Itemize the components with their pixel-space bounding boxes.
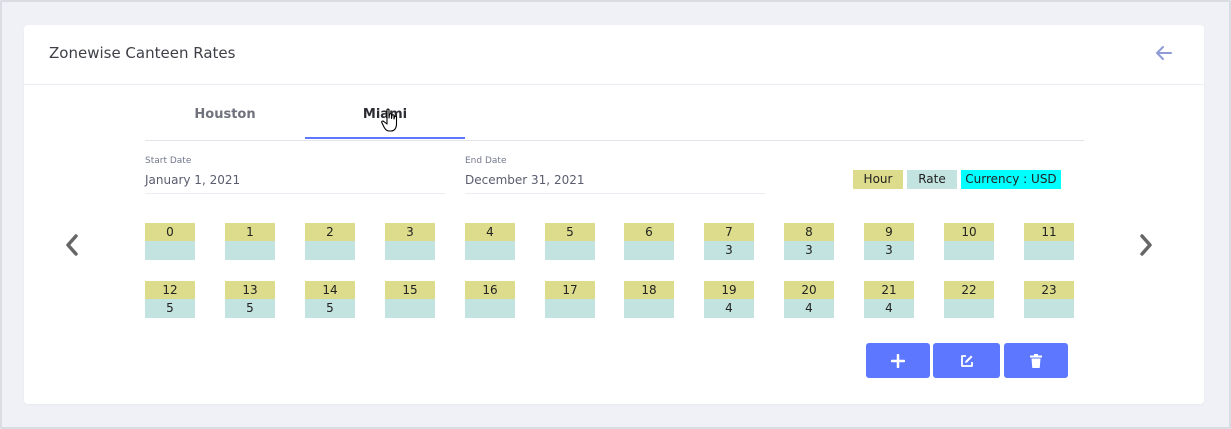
hour-cell[interactable]: 21 4 xyxy=(864,281,914,318)
card-header: Zonewise Canteen Rates xyxy=(24,25,1204,85)
hour-label: 19 xyxy=(704,281,754,299)
hour-rate xyxy=(944,299,994,318)
end-date-value: December 31, 2021 xyxy=(465,173,585,187)
hour-label: 6 xyxy=(624,223,674,241)
next-button[interactable] xyxy=(1134,230,1158,260)
edit-button[interactable] xyxy=(933,343,1000,378)
delete-button[interactable] xyxy=(1004,343,1068,378)
hour-rate xyxy=(225,241,275,260)
hour-cell[interactable]: 23 xyxy=(1024,281,1074,318)
hour-cell[interactable]: 1 xyxy=(225,223,275,260)
hour-label: 15 xyxy=(385,281,435,299)
hour-cell[interactable]: 12 5 xyxy=(145,281,195,318)
hour-cell[interactable]: 73 xyxy=(704,223,754,260)
legend-currency: Currency : USD xyxy=(961,170,1061,189)
hour-rate: 3 xyxy=(784,241,834,260)
page-title: Zonewise Canteen Rates xyxy=(49,44,236,62)
hour-rate: 3 xyxy=(864,241,914,260)
hour-rate xyxy=(465,299,515,318)
legend-hour: Hour xyxy=(853,170,903,189)
end-date-label: End Date xyxy=(465,156,507,166)
hour-label: 18 xyxy=(624,281,674,299)
trash-icon xyxy=(1030,353,1042,368)
hour-cell[interactable]: 17 xyxy=(545,281,595,318)
back-button[interactable] xyxy=(1151,40,1177,66)
hour-label: 21 xyxy=(864,281,914,299)
hour-rate: 3 xyxy=(704,241,754,260)
chevron-left-icon xyxy=(66,234,78,256)
hour-cell[interactable]: 11 xyxy=(1024,223,1074,260)
hour-cell[interactable]: 13 5 xyxy=(225,281,275,318)
edit-icon xyxy=(960,354,973,367)
hour-rate xyxy=(305,241,355,260)
hour-cell[interactable]: 0 xyxy=(145,223,195,260)
hour-label: 12 xyxy=(145,281,195,299)
hour-cell[interactable]: 5 xyxy=(545,223,595,260)
hour-label: 22 xyxy=(944,281,994,299)
prev-button[interactable] xyxy=(60,230,84,260)
legend-rate: Rate xyxy=(907,170,957,189)
hour-label: 23 xyxy=(1024,281,1074,299)
hour-label: 20 xyxy=(784,281,834,299)
hour-rate: 4 xyxy=(864,299,914,318)
hour-label: 1 xyxy=(225,223,275,241)
hour-label: 17 xyxy=(545,281,595,299)
hour-cell[interactable]: 4 xyxy=(465,223,515,260)
hour-cell[interactable]: 19 4 xyxy=(704,281,754,318)
hour-rate xyxy=(624,299,674,318)
hour-rate xyxy=(624,241,674,260)
hour-rate xyxy=(545,299,595,318)
plus-icon xyxy=(891,353,905,368)
hour-cell[interactable]: 22 xyxy=(944,281,994,318)
chevron-right-icon xyxy=(1140,234,1152,256)
arrow-left-icon xyxy=(1156,46,1172,60)
hour-cell[interactable]: 6 xyxy=(624,223,674,260)
hour-rate xyxy=(385,241,435,260)
hour-rate xyxy=(385,299,435,318)
hour-cell[interactable]: 2 xyxy=(305,223,355,260)
hour-rate xyxy=(1024,299,1074,318)
hour-label: 3 xyxy=(385,223,435,241)
hour-label: 13 xyxy=(225,281,275,299)
hour-label: 9 xyxy=(864,223,914,241)
hour-rate: 4 xyxy=(704,299,754,318)
hour-cell[interactable]: 18 xyxy=(624,281,674,318)
hour-cell[interactable]: 14 5 xyxy=(305,281,355,318)
hour-label: 2 xyxy=(305,223,355,241)
hour-rate: 5 xyxy=(225,299,275,318)
hour-cell[interactable]: 16 xyxy=(465,281,515,318)
hour-label: 14 xyxy=(305,281,355,299)
hour-rate xyxy=(465,241,515,260)
hour-rate: 5 xyxy=(305,299,355,318)
start-date-label: Start Date xyxy=(145,156,192,166)
hour-label: 7 xyxy=(704,223,754,241)
hour-label: 5 xyxy=(545,223,595,241)
hour-rate xyxy=(545,241,595,260)
hour-rate xyxy=(145,241,195,260)
hour-label: 8 xyxy=(784,223,834,241)
hour-cell[interactable]: 83 xyxy=(784,223,834,260)
hour-cell[interactable]: 10 xyxy=(944,223,994,260)
hour-rate: 5 xyxy=(145,299,195,318)
rates-card: Zonewise Canteen Rates Houston Miami Sta… xyxy=(24,25,1204,404)
hour-label: 0 xyxy=(145,223,195,241)
start-date-value: January 1, 2021 xyxy=(145,173,241,187)
hour-cell[interactable]: 3 xyxy=(385,223,435,260)
end-date-field[interactable]: End Date December 31, 2021 xyxy=(465,156,765,194)
hand-cursor-icon xyxy=(381,108,398,132)
hour-rate xyxy=(1024,241,1074,260)
start-date-field[interactable]: Start Date January 1, 2021 xyxy=(145,156,445,194)
hour-label: 4 xyxy=(465,223,515,241)
add-button[interactable] xyxy=(866,343,930,378)
hour-cell[interactable]: 93 xyxy=(864,223,914,260)
zone-tabs: Houston Miami xyxy=(145,100,1084,141)
hour-rate: 4 xyxy=(784,299,834,318)
hour-label: 10 xyxy=(944,223,994,241)
hour-cell[interactable]: 15 xyxy=(385,281,435,318)
hour-rate xyxy=(944,241,994,260)
hour-cell[interactable]: 20 4 xyxy=(784,281,834,318)
hour-label: 11 xyxy=(1024,223,1074,241)
hour-label: 16 xyxy=(465,281,515,299)
tab-houston[interactable]: Houston xyxy=(145,100,305,139)
